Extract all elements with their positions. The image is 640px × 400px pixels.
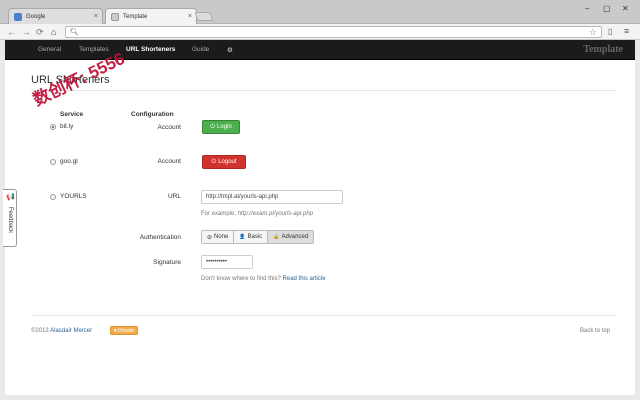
user-icon: 👤 xyxy=(239,234,246,240)
power-icon: ⏻ xyxy=(211,158,217,165)
extension-icon[interactable]: ▯ xyxy=(608,27,612,36)
back-to-top-link[interactable]: Back to top xyxy=(580,328,610,334)
bookmark-star-icon[interactable]: ☆ xyxy=(589,27,597,38)
browser-toolbar: ← → ⟳ ⌂ 🔍︎ ☆ ▯ ≡ xyxy=(0,24,640,40)
maximize-icon[interactable]: ▢ xyxy=(603,4,611,13)
authentication-toggle: ⊘ None 👤 Basic 🔒 Advanced xyxy=(201,230,315,244)
login-label: Login xyxy=(217,124,232,130)
minimize-icon[interactable]: – xyxy=(585,4,589,13)
template-favicon-icon xyxy=(111,13,119,21)
url-help-example: http://exam.pl/yourls-api.php xyxy=(237,211,314,217)
signature-label: Signature xyxy=(153,259,181,266)
home-icon[interactable]: ⌂ xyxy=(51,27,56,37)
reload-icon[interactable]: ⟳ xyxy=(36,27,44,37)
service-label-yourls: YOURLS xyxy=(60,193,87,200)
browser-titlebar: Google × Template × – ▢ ✕ xyxy=(0,0,640,25)
auth-option-label: Advanced xyxy=(281,234,309,240)
window-close-icon[interactable]: ✕ xyxy=(622,4,629,13)
signature-help-prefix: Don't know where to find this? xyxy=(201,276,281,282)
heart-icon: ♥ xyxy=(114,327,117,334)
feedback-tab[interactable]: 📢 Feedback xyxy=(3,189,17,247)
yourls-radio[interactable] xyxy=(50,194,56,200)
close-tab-icon[interactable]: × xyxy=(94,13,98,20)
page-content: General Templates URL Shorteners Guide ⚙… xyxy=(5,40,635,395)
url-help-prefix: For example; xyxy=(201,211,237,217)
author-link[interactable]: Alasdair Mercer xyxy=(50,328,92,334)
donate-button[interactable]: ♥ Donate xyxy=(110,326,139,335)
service-column-header: Service xyxy=(60,111,84,118)
feedback-label: Feedback xyxy=(7,206,13,234)
nav-guide[interactable]: Guide xyxy=(192,46,209,53)
auth-basic-option[interactable]: 👤 Basic xyxy=(234,231,269,243)
tab-title: Template xyxy=(123,14,148,20)
tab-template[interactable]: Template × xyxy=(105,8,197,25)
yourls-url-input[interactable]: http://tmpl.at/yourls-api.php xyxy=(201,190,343,204)
donate-label: Donate xyxy=(117,327,135,334)
close-tab-icon[interactable]: × xyxy=(188,13,192,20)
menu-icon[interactable]: ≡ xyxy=(624,26,629,36)
tab-google[interactable]: Google × xyxy=(8,8,103,24)
power-icon: ⏻ xyxy=(210,123,216,130)
url-label: URL xyxy=(167,193,181,200)
googl-account-label: Account xyxy=(157,158,182,165)
tab-title: Google xyxy=(26,13,46,20)
service-label-googl: goo.gl xyxy=(60,158,78,165)
back-arrow-icon[interactable]: ← xyxy=(7,27,16,37)
logout-label: Logout xyxy=(218,159,237,165)
auth-option-label: None xyxy=(214,234,229,240)
bitly-radio[interactable] xyxy=(50,124,56,130)
ban-icon: ⊘ xyxy=(207,234,213,241)
signature-input[interactable]: •••••••••• xyxy=(201,255,253,269)
new-tab-button[interactable] xyxy=(194,12,214,21)
auth-none-option[interactable]: ⊘ None xyxy=(202,231,235,243)
copyright-year: ©2013 xyxy=(31,328,49,334)
search-icon: 🔍︎ xyxy=(70,29,79,36)
read-article-link[interactable]: Read this article xyxy=(283,276,326,282)
service-label-bitly: bit.ly xyxy=(60,123,74,130)
login-button[interactable]: ⏻ Login xyxy=(202,120,240,134)
brand-logo[interactable]: Template xyxy=(583,44,623,55)
authentication-label: Authentication xyxy=(139,234,181,241)
configuration-column-header: Configuration xyxy=(131,111,174,118)
address-bar[interactable]: 🔍︎ ☆ xyxy=(65,26,602,38)
google-favicon-icon xyxy=(14,12,22,21)
googl-radio[interactable] xyxy=(50,159,56,165)
logout-button[interactable]: ⏻ Logout xyxy=(202,155,246,169)
bitly-account-label: Account xyxy=(157,124,182,131)
nav-url-shorteners[interactable]: URL Shorteners xyxy=(126,46,175,53)
forward-arrow-icon[interactable]: → xyxy=(22,27,31,37)
gear-icon[interactable]: ⚙ xyxy=(227,46,233,54)
nav-general[interactable]: General xyxy=(38,46,61,53)
auth-option-label: Basic xyxy=(247,234,263,240)
auth-advanced-option[interactable]: 🔒 Advanced xyxy=(268,231,314,243)
url-help-text: For example; http://exam.pl/yourls-api.p… xyxy=(201,211,313,217)
footer-divider xyxy=(31,315,616,316)
signature-help-text: Don't know where to find this? Read this… xyxy=(201,276,326,282)
divider xyxy=(31,90,616,91)
copyright-text: ©2013 Alasdair Mercer xyxy=(31,328,92,334)
lock-icon: 🔒 xyxy=(273,234,280,240)
